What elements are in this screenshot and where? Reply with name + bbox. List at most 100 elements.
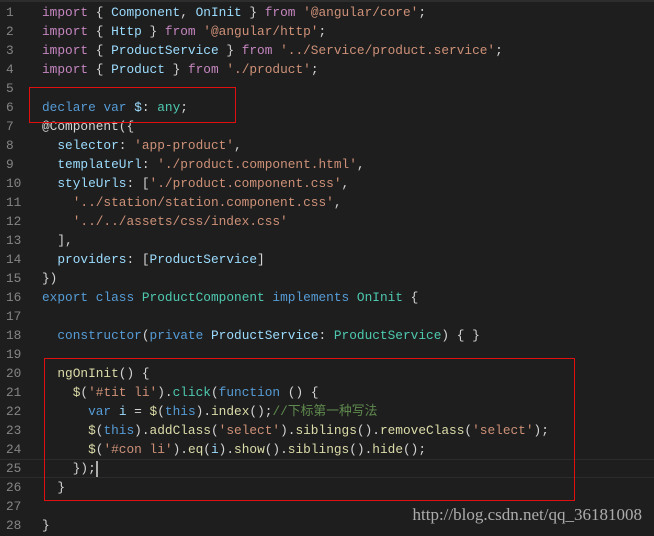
line-number: 28 <box>6 518 22 533</box>
code-token: ProductService <box>149 252 258 267</box>
line-number: 2 <box>6 24 14 39</box>
code-token: { <box>88 43 112 58</box>
line-number: 16 <box>6 290 22 305</box>
line-number: 4 <box>6 62 14 77</box>
code-token: export <box>42 290 89 305</box>
code-line[interactable]: 9 templateUrl: './product.component.html… <box>0 155 654 174</box>
code-token: { <box>88 5 112 20</box>
code-token: '../../assets/css/index.css' <box>72 214 288 229</box>
code-text: import { Http } from '@angular/http'; <box>42 22 326 41</box>
code-line[interactable]: 11 '../station/station.component.css', <box>0 193 654 212</box>
code-token: , <box>180 5 196 20</box>
line-number: 3 <box>6 43 14 58</box>
code-token: , <box>341 176 350 191</box>
code-token: import <box>42 5 89 20</box>
code-line[interactable]: 3 import { ProductService } from '../Serv… <box>0 41 654 60</box>
code-token: ] <box>257 252 265 267</box>
highlight-box-ngoninit <box>44 358 575 501</box>
code-token: templateUrl <box>57 157 142 172</box>
line-number: 23 <box>6 423 22 438</box>
code-token: ProductService <box>210 328 319 343</box>
line-number: 10 <box>6 176 22 191</box>
line-number: 18 <box>6 328 22 343</box>
code-token: , <box>333 195 342 210</box>
code-token: from <box>241 43 273 58</box>
code-line[interactable]: 1 import { Component, OnInit } from '@ang… <box>0 3 654 22</box>
line-number: 26 <box>6 480 22 495</box>
code-token: ; <box>495 43 503 58</box>
code-token: providers <box>57 252 127 267</box>
code-text: import { Product } from './product'; <box>42 60 319 79</box>
code-token: ], <box>42 233 73 248</box>
code-token: ( <box>141 328 150 343</box>
code-token: implements <box>272 290 350 305</box>
code-text: } <box>42 516 50 535</box>
code-token: './product' <box>226 62 311 77</box>
code-line[interactable]: 17 <box>0 307 654 326</box>
line-number: 17 <box>6 309 22 324</box>
line-number: 25 <box>6 461 22 476</box>
code-text: import { ProductService } from '../Servi… <box>42 41 503 60</box>
code-line[interactable]: 10 styleUrls: ['./product.component.css'… <box>0 174 654 193</box>
code-text: selector: 'app-product', <box>42 136 242 155</box>
code-token: , <box>356 157 365 172</box>
code-token: 'app-product' <box>134 138 234 153</box>
code-line[interactable]: 18 constructor(private ProductService: P… <box>0 326 654 345</box>
code-token: selector <box>57 138 119 153</box>
code-token: } <box>164 62 188 77</box>
code-text: '../../assets/css/index.css' <box>42 212 288 231</box>
line-number: 1 <box>6 5 14 20</box>
code-text: styleUrls: ['./product.component.css', <box>42 174 349 193</box>
code-line[interactable]: 2 import { Http } from '@angular/http'; <box>0 22 654 41</box>
code-text: '../station/station.component.css', <box>42 193 342 212</box>
code-token: './product.component.html' <box>157 157 357 172</box>
line-number: 19 <box>6 347 22 362</box>
code-text: import { Component, OnInit } from '@angu… <box>42 3 426 22</box>
code-token: : <box>318 328 334 343</box>
code-line[interactable]: 16 export class ProductComponent implemen… <box>0 288 654 307</box>
code-line[interactable]: 15}) <box>0 269 654 288</box>
code-token: ProductService <box>111 43 219 58</box>
code-token: class <box>95 290 135 305</box>
code-token: from <box>264 5 296 20</box>
code-token: Component <box>111 5 181 20</box>
code-text: constructor(private ProductService: Prod… <box>42 326 479 345</box>
code-line[interactable]: 14 providers: [ProductService] <box>0 250 654 269</box>
code-token: '../station/station.component.css' <box>72 195 334 210</box>
code-token: import <box>42 24 89 39</box>
code-line[interactable]: 8 selector: 'app-product', <box>0 136 654 155</box>
code-token: Http <box>111 24 142 39</box>
code-token: import <box>42 62 89 77</box>
line-number: 8 <box>6 138 14 153</box>
code-text: export class ProductComponent implements… <box>42 288 418 307</box>
code-token: from <box>187 62 219 77</box>
line-number: 22 <box>6 404 22 419</box>
code-line[interactable]: 13 ], <box>0 231 654 250</box>
code-text: templateUrl: './product.component.html', <box>42 155 365 174</box>
highlight-box-declare <box>29 87 236 123</box>
code-token: { <box>402 290 419 305</box>
line-number: 11 <box>6 195 22 210</box>
line-number: 27 <box>6 499 22 514</box>
code-line[interactable]: 4 import { Product } from './product'; <box>0 60 654 79</box>
code-line[interactable]: 12 '../../assets/css/index.css' <box>0 212 654 231</box>
line-number: 9 <box>6 157 14 172</box>
code-text: providers: [ProductService] <box>42 250 265 269</box>
code-token: }) <box>42 271 58 286</box>
line-number: 13 <box>6 233 22 248</box>
code-token: { <box>88 62 112 77</box>
code-token: { <box>88 24 112 39</box>
code-token: } <box>218 43 242 58</box>
line-number: 15 <box>6 271 22 286</box>
code-token: : <box>118 138 135 153</box>
code-token: : <box>141 157 158 172</box>
code-token: , <box>234 138 242 153</box>
code-token: './product.component.css' <box>149 176 342 191</box>
